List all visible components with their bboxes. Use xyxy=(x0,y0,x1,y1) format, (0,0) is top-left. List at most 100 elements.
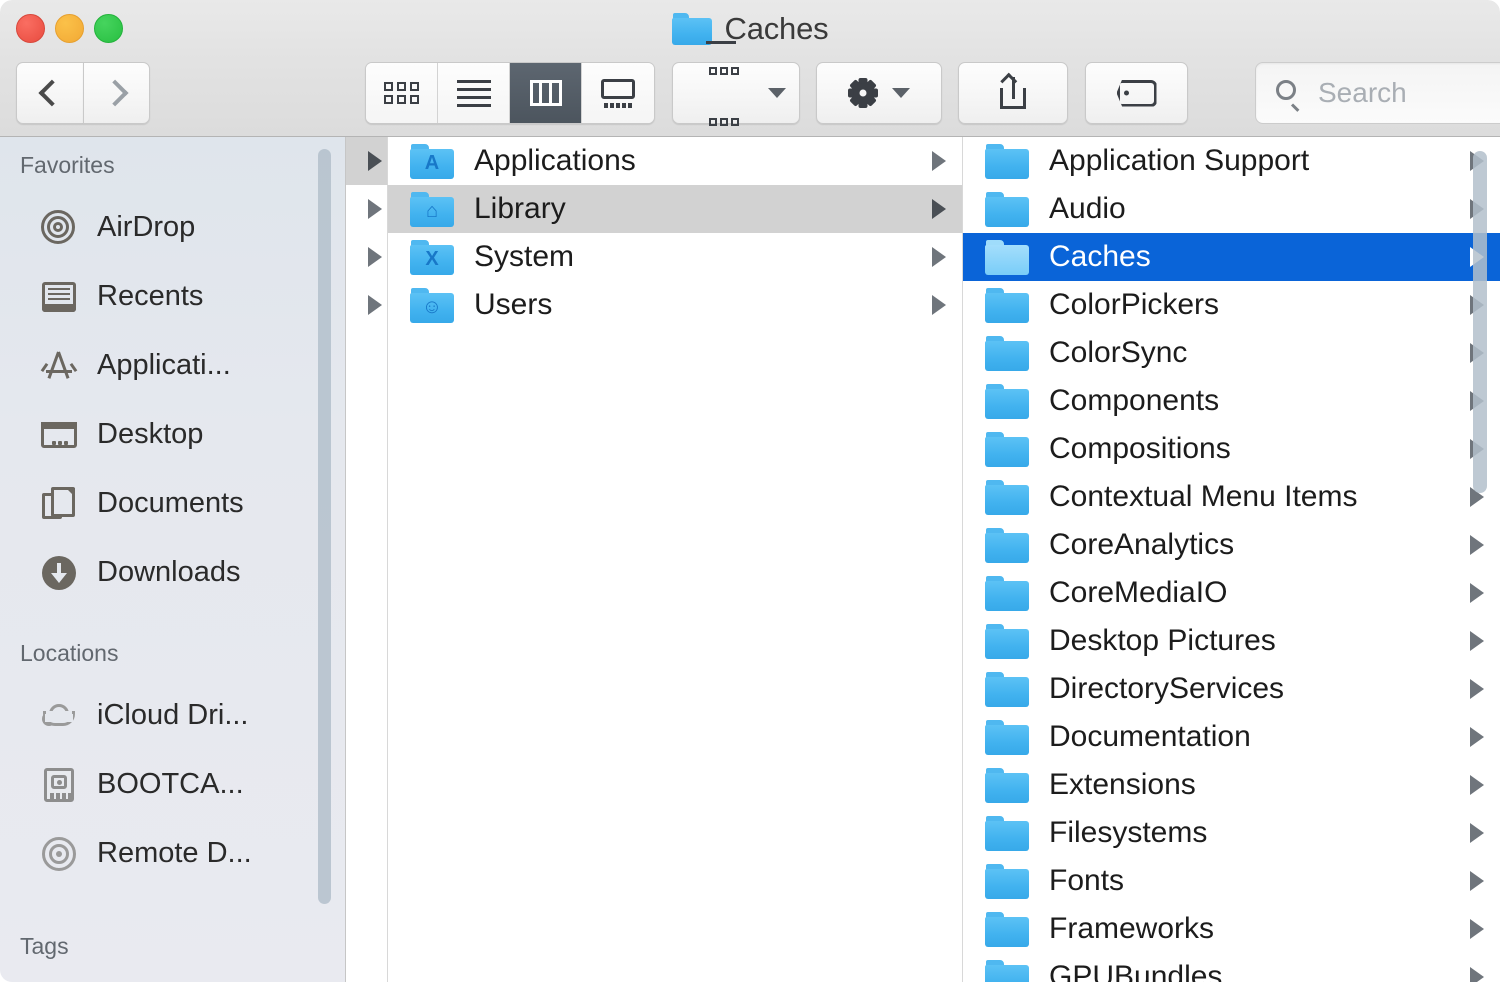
search-icon xyxy=(1276,80,1302,112)
sidebar-item-label: Applicati... xyxy=(97,349,231,381)
action-menu-button[interactable] xyxy=(816,62,942,124)
disc-icon xyxy=(40,835,78,873)
disclosure-arrow-icon xyxy=(1470,919,1484,939)
finder-window: Caches Search Favorites AirDrop Recents … xyxy=(0,0,1500,982)
search-field[interactable]: Search xyxy=(1255,62,1500,124)
desktop-icon xyxy=(40,416,78,454)
column-row[interactable]: Desktop Pictures xyxy=(963,617,1500,665)
sidebar-section-favorites: Favorites xyxy=(20,151,115,178)
column-row[interactable] xyxy=(346,281,387,329)
disclosure-arrow-icon xyxy=(1470,775,1484,795)
column-row-library[interactable]: ⌂ Library xyxy=(388,185,962,233)
column-row-applications[interactable]: A Applications xyxy=(388,137,962,185)
sidebar-item-documents[interactable]: Documents xyxy=(0,469,345,538)
disclosure-arrow-icon xyxy=(1470,679,1484,699)
column-row[interactable]: Application Support xyxy=(963,137,1500,185)
group-by-icon xyxy=(687,40,755,146)
tag-icon xyxy=(1116,79,1157,107)
search-input[interactable]: Search xyxy=(1318,77,1407,109)
column-view-button[interactable] xyxy=(510,63,582,123)
column-row[interactable]: Audio xyxy=(963,185,1500,233)
column-row[interactable] xyxy=(346,137,387,185)
column-row-system[interactable]: X System xyxy=(388,233,962,281)
column-row[interactable]: Documentation xyxy=(963,713,1500,761)
column-row[interactable]: Fonts xyxy=(963,857,1500,905)
list-icon xyxy=(456,79,491,107)
sidebar-item-airdrop[interactable]: AirDrop xyxy=(0,193,345,262)
toolbar: Search xyxy=(0,40,1500,126)
column-scrollbar[interactable] xyxy=(1473,151,1487,493)
navigation-buttons xyxy=(16,62,150,124)
back-button[interactable] xyxy=(16,62,83,124)
disclosure-arrow-icon xyxy=(1470,583,1484,603)
item-label: Extensions xyxy=(1049,768,1196,801)
column-row[interactable]: DirectoryServices xyxy=(963,665,1500,713)
column-row-users[interactable]: ☺ Users xyxy=(388,281,962,329)
disclosure-arrow-icon xyxy=(1470,727,1484,747)
sidebar-item-icloud-drive[interactable]: iCloud Dri... xyxy=(0,681,345,750)
disclosure-arrow-icon xyxy=(368,199,382,219)
grid-icon xyxy=(384,82,419,104)
folder-icon: ☺ xyxy=(410,287,454,323)
sidebar-item-label: Recents xyxy=(97,280,204,312)
column-row[interactable]: CoreMediaIO xyxy=(963,569,1500,617)
disclosure-arrow-icon xyxy=(1470,871,1484,891)
folder-icon xyxy=(985,623,1029,659)
sidebar-item-recents[interactable]: Recents xyxy=(0,262,345,331)
folder-icon xyxy=(985,239,1029,275)
chevron-right-icon xyxy=(109,79,125,107)
sidebar-item-desktop[interactable]: Desktop xyxy=(0,400,345,469)
item-label: DirectoryServices xyxy=(1049,672,1285,705)
column-row[interactable]: ColorSync xyxy=(963,329,1500,377)
recents-icon xyxy=(40,278,78,316)
chevron-down-icon xyxy=(892,88,910,98)
icloud-icon xyxy=(40,697,78,735)
downloads-icon xyxy=(40,554,78,592)
icon-view-button[interactable] xyxy=(366,63,438,123)
column-row[interactable]: Frameworks xyxy=(963,905,1500,953)
sidebar-item-remote-disc[interactable]: Remote D... xyxy=(0,819,345,888)
item-label: Filesystems xyxy=(1049,816,1208,849)
sidebar-item-bootcamp[interactable]: BOOTCA... xyxy=(0,750,345,819)
folder-icon xyxy=(985,479,1029,515)
column-row[interactable]: CoreAnalytics xyxy=(963,521,1500,569)
column-row[interactable] xyxy=(346,233,387,281)
item-label: Application Support xyxy=(1049,144,1310,177)
column-row[interactable]: Caches xyxy=(963,233,1500,281)
group-by-button[interactable] xyxy=(672,40,800,126)
folder-icon xyxy=(985,143,1029,179)
item-label: Contextual Menu Items xyxy=(1049,480,1358,513)
item-label: CoreMediaIO xyxy=(1049,576,1228,609)
folder-icon xyxy=(985,911,1029,947)
column-row[interactable]: Contextual Menu Items xyxy=(963,473,1500,521)
folder-icon xyxy=(985,863,1029,899)
column-row[interactable]: Compositions xyxy=(963,425,1500,473)
window-chrome: Caches Search xyxy=(0,0,1500,137)
column-row[interactable]: ColorPickers xyxy=(963,281,1500,329)
column-row[interactable] xyxy=(346,185,387,233)
window-body: Favorites AirDrop Recents Applicati... D… xyxy=(0,137,1500,982)
column-row[interactable]: Filesystems xyxy=(963,809,1500,857)
column-row[interactable]: GPUBundles xyxy=(963,953,1500,982)
sidebar-section-locations: Locations xyxy=(20,639,119,666)
forward-button[interactable] xyxy=(83,62,150,124)
item-label: Library xyxy=(474,192,566,225)
item-label: ColorSync xyxy=(1049,336,1188,369)
list-view-button[interactable] xyxy=(438,63,510,123)
column-macintosh-hd: A Applications ⌂ Library X System ☺ User… xyxy=(388,137,963,982)
folder-icon xyxy=(985,527,1029,563)
sidebar-item-downloads[interactable]: Downloads xyxy=(0,538,345,607)
column-row[interactable]: Components xyxy=(963,377,1500,425)
sidebar-scrollbar[interactable] xyxy=(318,149,331,904)
chevron-down-icon xyxy=(767,88,786,98)
disclosure-arrow-icon xyxy=(1470,967,1484,982)
share-button[interactable] xyxy=(958,62,1068,124)
sidebar-item-label: Documents xyxy=(97,487,244,519)
gallery-view-button[interactable] xyxy=(582,63,654,123)
folder-icon: ⌂ xyxy=(410,191,454,227)
sidebar-item-applications[interactable]: Applicati... xyxy=(0,331,345,400)
disclosure-arrow-icon xyxy=(932,151,946,171)
column-row[interactable]: Extensions xyxy=(963,761,1500,809)
tag-button[interactable] xyxy=(1085,62,1188,124)
folder-icon xyxy=(985,431,1029,467)
